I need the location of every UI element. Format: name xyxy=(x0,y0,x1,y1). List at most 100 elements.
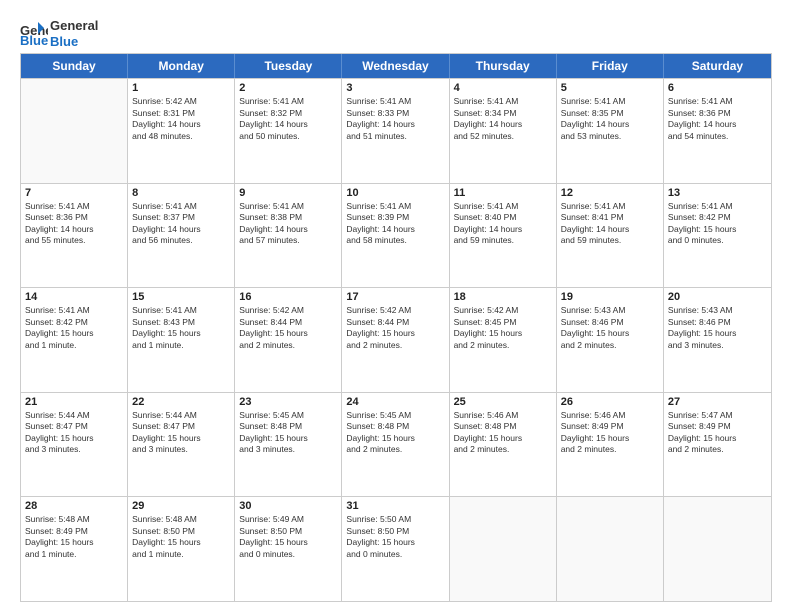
calendar-cell-0-4: 4Sunrise: 5:41 AM Sunset: 8:34 PM Daylig… xyxy=(450,79,557,183)
calendar-cell-4-0: 28 Sunrise: 5:48 AM Sunset: 8:49 PM Dayli… xyxy=(21,497,128,601)
day-number: 3 xyxy=(346,82,444,94)
calendar-cell-3-6: 27Sunrise: 5:47 AM Sunset: 8:49 PM Dayli… xyxy=(664,393,771,497)
day-number: 4 xyxy=(454,82,552,94)
day-number: 13 xyxy=(668,187,767,199)
calendar-cell-1-3: 10Sunrise: 5:41 AM Sunset: 8:39 PM Dayli… xyxy=(342,184,449,288)
weekday-header-wednesday: Wednesday xyxy=(342,54,449,78)
day-info: Sunrise: 5:49 AM Sunset: 8:50 PM Dayligh… xyxy=(239,514,337,560)
weekday-header-saturday: Saturday xyxy=(664,54,771,78)
day-info: Sunrise: 5:43 AM Sunset: 8:46 PM Dayligh… xyxy=(668,305,767,351)
day-info: Sunrise: 5:41 AM Sunset: 8:41 PM Dayligh… xyxy=(561,201,659,247)
calendar-cell-4-3: 31 Sunrise: 5:50 AM Sunset: 8:50 PM Dayli… xyxy=(342,497,449,601)
logo: General Blue General Blue xyxy=(20,18,98,49)
day-number: 22 xyxy=(132,396,230,408)
day-number: 16 xyxy=(239,291,337,303)
logo-text: General Blue xyxy=(50,18,98,49)
calendar-cell-3-1: 22 Sunrise: 5:44 AM Sunset: 8:47 PM Dayli… xyxy=(128,393,235,497)
day-number: 26 xyxy=(561,396,659,408)
day-number: 12 xyxy=(561,187,659,199)
day-number: 8 xyxy=(132,187,230,199)
day-info: Sunrise: 5:44 AM Sunset: 8:47 PM Dayligh… xyxy=(132,410,230,456)
day-number: 19 xyxy=(561,291,659,303)
calendar-cell-0-5: 5 Sunrise: 5:41 AM Sunset: 8:35 PM Daylig… xyxy=(557,79,664,183)
day-info: Sunrise: 5:44 AM Sunset: 8:47 PM Dayligh… xyxy=(25,410,123,456)
day-info: Sunrise: 5:42 AM Sunset: 8:44 PM Dayligh… xyxy=(346,305,444,351)
day-number: 18 xyxy=(454,291,552,303)
day-number: 31 xyxy=(346,500,444,512)
day-number: 1 xyxy=(132,82,230,94)
calendar-cell-0-2: 2 Sunrise: 5:41 AM Sunset: 8:32 PM Daylig… xyxy=(235,79,342,183)
calendar-cell-3-0: 21 Sunrise: 5:44 AM Sunset: 8:47 PM Dayli… xyxy=(21,393,128,497)
calendar-cell-4-2: 30 Sunrise: 5:49 AM Sunset: 8:50 PM Dayli… xyxy=(235,497,342,601)
day-info: Sunrise: 5:48 AM Sunset: 8:49 PM Dayligh… xyxy=(25,514,123,560)
weekday-header-friday: Friday xyxy=(557,54,664,78)
day-info: Sunrise: 5:41 AM Sunset: 8:35 PM Dayligh… xyxy=(561,96,659,142)
day-info: Sunrise: 5:42 AM Sunset: 8:45 PM Dayligh… xyxy=(454,305,552,351)
calendar-cell-0-6: 6 Sunrise: 5:41 AM Sunset: 8:36 PM Daylig… xyxy=(664,79,771,183)
day-info: Sunrise: 5:42 AM Sunset: 8:44 PM Dayligh… xyxy=(239,305,337,351)
day-number: 21 xyxy=(25,396,123,408)
calendar-cell-1-5: 12 Sunrise: 5:41 AM Sunset: 8:41 PM Dayli… xyxy=(557,184,664,288)
calendar: SundayMondayTuesdayWednesdayThursdayFrid… xyxy=(20,53,772,602)
day-number: 23 xyxy=(239,396,337,408)
day-number: 6 xyxy=(668,82,767,94)
svg-text:Blue: Blue xyxy=(20,33,48,46)
calendar-cell-0-3: 3 Sunrise: 5:41 AM Sunset: 8:33 PM Daylig… xyxy=(342,79,449,183)
calendar-cell-0-1: 1 Sunrise: 5:42 AM Sunset: 8:31 PM Daylig… xyxy=(128,79,235,183)
day-info: Sunrise: 5:46 AM Sunset: 8:48 PM Dayligh… xyxy=(454,410,552,456)
day-info: Sunrise: 5:48 AM Sunset: 8:50 PM Dayligh… xyxy=(132,514,230,560)
calendar-cell-2-6: 20 Sunrise: 5:43 AM Sunset: 8:46 PM Dayli… xyxy=(664,288,771,392)
day-number: 25 xyxy=(454,396,552,408)
calendar-cell-3-2: 23 Sunrise: 5:45 AM Sunset: 8:48 PM Dayli… xyxy=(235,393,342,497)
calendar-cell-1-0: 7Sunrise: 5:41 AM Sunset: 8:36 PM Daylig… xyxy=(21,184,128,288)
day-info: Sunrise: 5:45 AM Sunset: 8:48 PM Dayligh… xyxy=(239,410,337,456)
day-info: Sunrise: 5:41 AM Sunset: 8:33 PM Dayligh… xyxy=(346,96,444,142)
calendar-cell-1-2: 9 Sunrise: 5:41 AM Sunset: 8:38 PM Daylig… xyxy=(235,184,342,288)
day-number: 5 xyxy=(561,82,659,94)
day-info: Sunrise: 5:41 AM Sunset: 8:43 PM Dayligh… xyxy=(132,305,230,351)
calendar-cell-4-5 xyxy=(557,497,664,601)
day-info: Sunrise: 5:50 AM Sunset: 8:50 PM Dayligh… xyxy=(346,514,444,560)
weekday-header-thursday: Thursday xyxy=(450,54,557,78)
day-info: Sunrise: 5:47 AM Sunset: 8:49 PM Dayligh… xyxy=(668,410,767,456)
calendar-cell-3-5: 26 Sunrise: 5:46 AM Sunset: 8:49 PM Dayli… xyxy=(557,393,664,497)
day-info: Sunrise: 5:41 AM Sunset: 8:40 PM Dayligh… xyxy=(454,201,552,247)
calendar-row-2: 14 Sunrise: 5:41 AM Sunset: 8:42 PM Dayli… xyxy=(21,287,771,392)
day-info: Sunrise: 5:41 AM Sunset: 8:36 PM Dayligh… xyxy=(668,96,767,142)
calendar-cell-2-4: 18 Sunrise: 5:42 AM Sunset: 8:45 PM Dayli… xyxy=(450,288,557,392)
calendar-cell-3-3: 24Sunrise: 5:45 AM Sunset: 8:48 PM Dayli… xyxy=(342,393,449,497)
calendar-cell-1-4: 11 Sunrise: 5:41 AM Sunset: 8:40 PM Dayli… xyxy=(450,184,557,288)
day-number: 30 xyxy=(239,500,337,512)
day-number: 9 xyxy=(239,187,337,199)
day-number: 2 xyxy=(239,82,337,94)
calendar-row-3: 21 Sunrise: 5:44 AM Sunset: 8:47 PM Dayli… xyxy=(21,392,771,497)
day-info: Sunrise: 5:41 AM Sunset: 8:38 PM Dayligh… xyxy=(239,201,337,247)
day-info: Sunrise: 5:43 AM Sunset: 8:46 PM Dayligh… xyxy=(561,305,659,351)
day-info: Sunrise: 5:41 AM Sunset: 8:32 PM Dayligh… xyxy=(239,96,337,142)
day-info: Sunrise: 5:42 AM Sunset: 8:31 PM Dayligh… xyxy=(132,96,230,142)
calendar-row-0: 1 Sunrise: 5:42 AM Sunset: 8:31 PM Daylig… xyxy=(21,78,771,183)
header: General Blue General Blue xyxy=(20,18,772,49)
page: General Blue General Blue SundayMondayTu… xyxy=(0,0,792,612)
day-number: 20 xyxy=(668,291,767,303)
day-number: 14 xyxy=(25,291,123,303)
calendar-body: 1 Sunrise: 5:42 AM Sunset: 8:31 PM Daylig… xyxy=(21,78,771,601)
calendar-row-4: 28 Sunrise: 5:48 AM Sunset: 8:49 PM Dayli… xyxy=(21,496,771,601)
calendar-row-1: 7Sunrise: 5:41 AM Sunset: 8:36 PM Daylig… xyxy=(21,183,771,288)
weekday-header-monday: Monday xyxy=(128,54,235,78)
day-number: 11 xyxy=(454,187,552,199)
calendar-cell-2-1: 15 Sunrise: 5:41 AM Sunset: 8:43 PM Dayli… xyxy=(128,288,235,392)
day-info: Sunrise: 5:46 AM Sunset: 8:49 PM Dayligh… xyxy=(561,410,659,456)
calendar-cell-3-4: 25 Sunrise: 5:46 AM Sunset: 8:48 PM Dayli… xyxy=(450,393,557,497)
day-info: Sunrise: 5:41 AM Sunset: 8:42 PM Dayligh… xyxy=(25,305,123,351)
day-number: 17 xyxy=(346,291,444,303)
calendar-header: SundayMondayTuesdayWednesdayThursdayFrid… xyxy=(21,54,771,78)
day-info: Sunrise: 5:41 AM Sunset: 8:36 PM Dayligh… xyxy=(25,201,123,247)
calendar-cell-0-0 xyxy=(21,79,128,183)
calendar-cell-2-5: 19 Sunrise: 5:43 AM Sunset: 8:46 PM Dayli… xyxy=(557,288,664,392)
day-number: 28 xyxy=(25,500,123,512)
day-info: Sunrise: 5:41 AM Sunset: 8:39 PM Dayligh… xyxy=(346,201,444,247)
day-number: 15 xyxy=(132,291,230,303)
calendar-cell-2-0: 14 Sunrise: 5:41 AM Sunset: 8:42 PM Dayli… xyxy=(21,288,128,392)
calendar-cell-4-1: 29Sunrise: 5:48 AM Sunset: 8:50 PM Dayli… xyxy=(128,497,235,601)
